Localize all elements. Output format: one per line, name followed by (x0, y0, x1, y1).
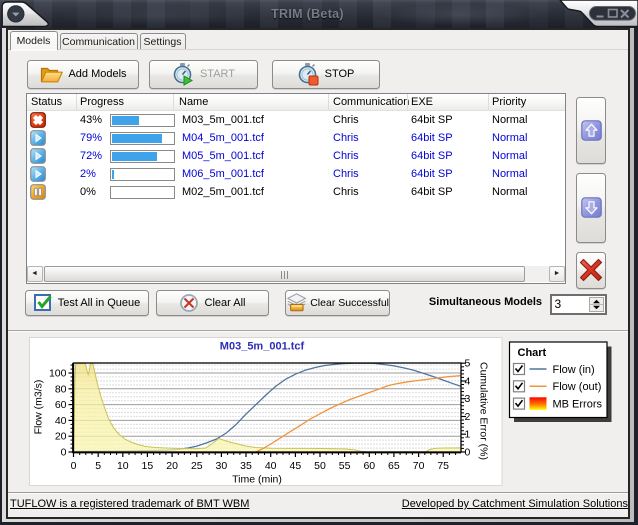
svg-text:Chart: Chart (518, 347, 547, 359)
svg-text:2: 2 (465, 411, 471, 423)
svg-text:5: 5 (465, 358, 471, 370)
svg-text:80: 80 (55, 383, 67, 395)
svg-text:5: 5 (95, 460, 101, 472)
svg-text:Flow (out): Flow (out) (553, 381, 602, 393)
svg-text:1: 1 (465, 429, 471, 441)
svg-text:50: 50 (314, 460, 326, 472)
svg-text:35: 35 (240, 460, 252, 472)
svg-text:45: 45 (290, 460, 302, 472)
svg-text:4: 4 (465, 376, 471, 388)
svg-text:0: 0 (465, 447, 471, 459)
svg-text:40: 40 (55, 415, 67, 427)
svg-text:60: 60 (55, 399, 67, 411)
svg-text:Cumulative Error (%): Cumulative Error (%) (478, 362, 490, 460)
svg-text:55: 55 (339, 460, 351, 472)
svg-text:10: 10 (117, 460, 129, 472)
svg-text:MB Errors: MB Errors (553, 398, 603, 410)
svg-text:Flow (m3/s): Flow (m3/s) (33, 380, 45, 435)
svg-text:3: 3 (465, 393, 471, 405)
svg-text:70: 70 (413, 460, 425, 472)
svg-text:60: 60 (363, 460, 375, 472)
svg-text:M03_5m_001.tcf: M03_5m_001.tcf (220, 341, 305, 353)
svg-text:15: 15 (142, 460, 154, 472)
svg-text:30: 30 (216, 460, 228, 472)
svg-text:40: 40 (265, 460, 277, 472)
svg-text:75: 75 (437, 460, 449, 472)
svg-text:65: 65 (388, 460, 400, 472)
svg-text:0: 0 (71, 460, 77, 472)
svg-text:Flow (in): Flow (in) (553, 364, 595, 376)
svg-text:20: 20 (166, 460, 178, 472)
svg-text:20: 20 (55, 431, 67, 443)
svg-text:25: 25 (191, 460, 203, 472)
svg-text:0: 0 (61, 447, 67, 459)
svg-text:100: 100 (49, 368, 67, 380)
svg-text:Time (min): Time (min) (232, 474, 282, 486)
